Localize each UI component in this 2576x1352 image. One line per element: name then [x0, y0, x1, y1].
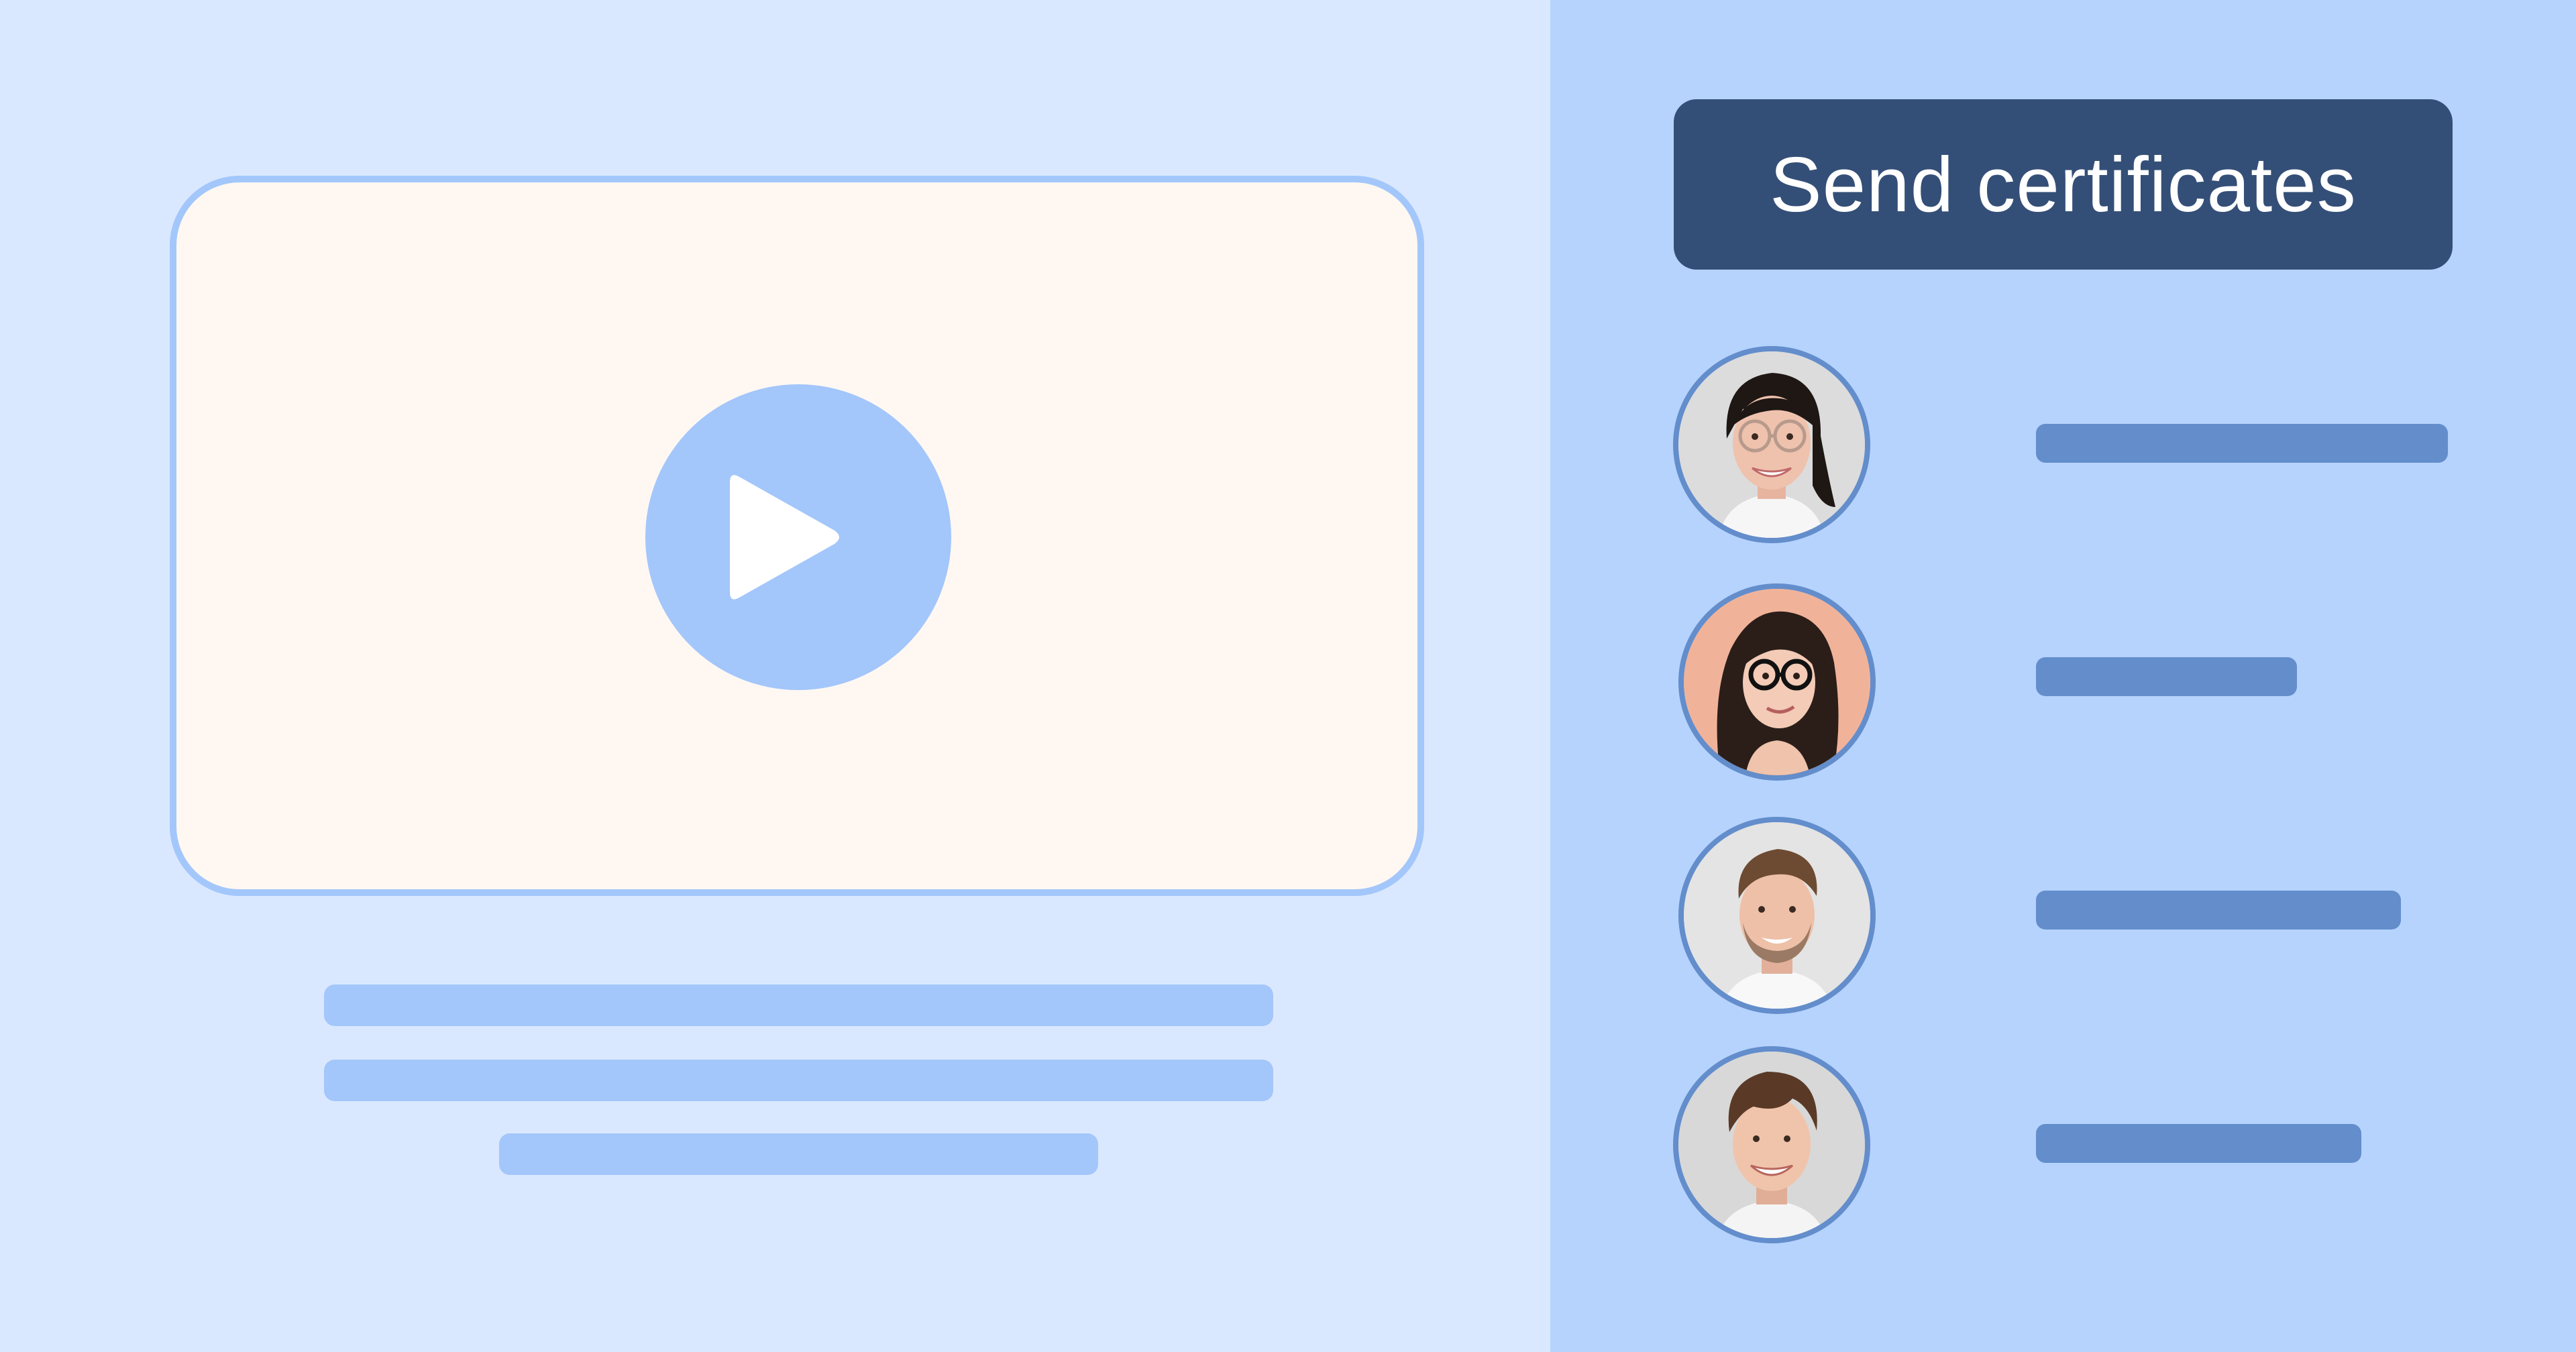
recipient-avatar: [1678, 583, 1876, 781]
man-with-beard-avatar: [1684, 822, 1870, 1009]
certificate-illustration: Send certificates: [0, 0, 2576, 1352]
send-certificates-button[interactable]: Send certificates: [1674, 99, 2453, 270]
description-line: [499, 1133, 1098, 1175]
play-button[interactable]: [645, 384, 951, 690]
description-line: [324, 1060, 1273, 1101]
woman-with-glasses-avatar: [1678, 351, 1865, 538]
description-line: [324, 984, 1273, 1026]
recipient-name-line: [2036, 657, 2297, 696]
young-man-avatar: [1678, 1052, 1865, 1238]
play-icon: [730, 475, 839, 600]
woman-with-dark-glasses-avatar: [1684, 589, 1870, 775]
recipient-avatar: [1673, 1046, 1870, 1243]
recipient-name-line: [2036, 424, 2448, 463]
recipient-avatar: [1678, 817, 1876, 1014]
recipient-avatar: [1673, 346, 1870, 543]
recipient-name-line: [2036, 1124, 2361, 1163]
recipient-name-line: [2036, 891, 2401, 929]
